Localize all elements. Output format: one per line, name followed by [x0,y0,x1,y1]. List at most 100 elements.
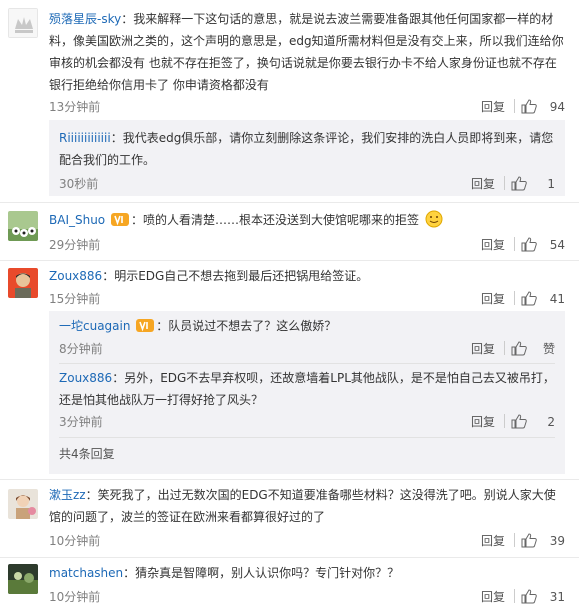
divider [514,589,515,603]
thumbs-up-icon [521,291,537,306]
comment-text: 漱玉zz：笑死我了，出过无数次国的EDG不知道要准备哪些材料？这没得洗了吧。别说… [49,484,565,528]
reply-button[interactable]: 回复 [471,175,495,193]
like-button[interactable]: 41 [521,290,565,308]
reply-content: ：我代表edg俱乐部，请你立刻删除这条评论，我们安排的洗白人员即将到来，请您配合… [59,131,554,167]
vip-badge-icon [136,319,155,332]
like-count: 41 [549,292,565,306]
reply-button[interactable]: 回复 [481,290,505,308]
divider [514,237,515,251]
comment-username[interactable]: 殒落星辰-sky [49,12,121,26]
avatar[interactable] [8,8,38,38]
divider [504,341,505,355]
avatar[interactable] [8,489,38,519]
avatar[interactable] [8,564,38,594]
reply-meta: 3分钟前 回复 2 [59,413,555,431]
comment-meta: 10分钟前 回复 39 [49,532,565,550]
reply-text: Zoux886：另外，EDG不去早弃权呗，还故意墙着LPL其他战队，是不是怕自己… [59,367,555,411]
comment-username[interactable]: matchashen [49,566,123,580]
like-button[interactable]: 94 [521,98,565,116]
reply-username[interactable]: 一坨cuagain [59,319,130,333]
divider [514,99,515,113]
comment-item: 漱玉zz：笑死我了，出过无数次国的EDG不知道要准备哪些材料？这没得洗了吧。别说… [0,480,579,557]
avatar-image [8,564,38,594]
reply-button[interactable]: 回复 [471,413,495,431]
comment-time: 13分钟前 [49,100,101,114]
divider [514,291,515,305]
comment-meta: 29分钟前 回复 54 [49,236,565,254]
reply-button[interactable]: 回复 [481,98,505,116]
like-button[interactable]: 1 [511,175,555,193]
comment-text: 殒落星辰-sky：我来解释一下这句话的意思，就是说去波兰需要准备跟其他任何国家都… [49,8,565,96]
divider [514,533,515,547]
avatar-image [8,268,38,298]
sub-replies: 一坨cuagain ：队员说过不想去了？这么傲娇？ 8分钟前 回复 赞 Zoux… [49,311,565,474]
like-button[interactable]: 31 [521,588,565,606]
comment-item: matchashen：猜杂真是智障啊，别人认识你吗？专门针对你？？ 10分钟前 … [0,558,579,609]
like-count: 1 [547,177,555,191]
comment-meta: 13分钟前 回复 94 [49,98,565,116]
comment-time: 10分钟前 [49,534,101,548]
reply-text: 一坨cuagain ：队员说过不想去了？这么傲娇？ [59,315,555,337]
comment-text: matchashen：猜杂真是智障啊，别人认识你吗？专门针对你？？ [49,562,565,584]
like-button[interactable]: 2 [511,413,555,431]
comment-content: ：喷的人看清楚……根本还没送到大使馆呢哪来的拒签 [130,213,419,227]
like-count: 赞 [542,342,555,356]
avatar[interactable] [8,268,38,298]
comment-content: ：我来解释一下这句话的意思，就是说去波兰需要准备跟其他任何国家都一样的材料，像美… [49,12,564,92]
thumbs-up-icon [511,341,527,356]
comment-meta: 10分钟前 回复 31 [49,588,565,606]
comment-time: 10分钟前 [49,590,101,604]
avatar[interactable] [8,211,38,241]
default-avatar-icon [9,9,37,37]
smiley-emoji-icon [425,210,443,228]
reply-divider [59,437,555,438]
reply-meta: 8分钟前 回复 赞 [59,340,555,358]
comment-item: Zoux886：明示EDG自己不想去拖到最后还把锅甩给签证。 15分钟前 回复 … [0,261,579,479]
comment-content: ：猜杂真是智障啊，别人认识你吗？专门针对你？？ [123,566,400,580]
reply-text: Riiiiiiiiiiiii：我代表edg俱乐部，请你立刻删除这条评论，我们安排… [59,127,555,171]
thumbs-up-icon [511,176,527,191]
reply-divider [59,363,555,364]
like-count: 39 [549,534,565,548]
comment-content: ：笑死我了，出过无数次国的EDG不知道要准备哪些材料？这没得洗了吧。别说人家大使… [49,488,556,524]
divider [504,414,505,428]
like-count: 31 [549,590,565,604]
comment-username[interactable]: Zoux886 [49,269,102,283]
like-count: 2 [547,415,555,429]
avatar-image [8,211,38,241]
reply-button[interactable]: 回复 [481,532,505,550]
like-count: 54 [549,238,565,252]
comment-text: BAI_Shuo ：喷的人看清楚……根本还没送到大使馆呢哪来的拒签 [49,209,565,231]
reply-username[interactable]: Zoux886 [59,371,112,385]
more-replies-link[interactable]: 共4条回复 [59,447,115,461]
comment-time: 29分钟前 [49,238,101,252]
reply-button[interactable]: 回复 [471,340,495,358]
reply-content: ：队员说过不想去了？这么傲娇？ [156,319,337,333]
comment-text: Zoux886：明示EDG自己不想去拖到最后还把锅甩给签证。 [49,265,565,287]
divider [504,176,505,190]
thumbs-up-icon [521,533,537,548]
reply-meta: 30秒前 回复 1 [59,175,555,193]
thumbs-up-icon [511,414,527,429]
reply-username[interactable]: Riiiiiiiiiiiii [59,131,111,145]
like-button[interactable]: 赞 [511,340,555,358]
thumbs-up-icon [521,589,537,604]
reply-button[interactable]: 回复 [481,588,505,606]
like-button[interactable]: 39 [521,532,565,550]
reply-button[interactable]: 回复 [481,236,505,254]
comment-username[interactable]: 漱玉zz [49,488,86,502]
reply-time: 30秒前 [59,177,99,191]
comment-username[interactable]: BAI_Shuo [49,213,105,227]
comment-item: 殒落星辰-sky：我来解释一下这句话的意思，就是说去波兰需要准备跟其他任何国家都… [0,0,579,202]
reply-time: 8分钟前 [59,342,103,356]
thumbs-up-icon [521,99,537,114]
comment-time: 15分钟前 [49,292,101,306]
vip-badge-icon [110,213,129,226]
like-button[interactable]: 54 [521,236,565,254]
comment-meta: 15分钟前 回复 41 [49,290,565,308]
comment-content: ：明示EDG自己不想去拖到最后还把锅甩给签证。 [102,269,369,283]
thumbs-up-icon [521,237,537,252]
avatar-image [8,489,38,519]
sub-replies: Riiiiiiiiiiiii：我代表edg俱乐部，请你立刻删除这条评论，我们安排… [49,120,565,196]
reply-time: 3分钟前 [59,415,103,429]
